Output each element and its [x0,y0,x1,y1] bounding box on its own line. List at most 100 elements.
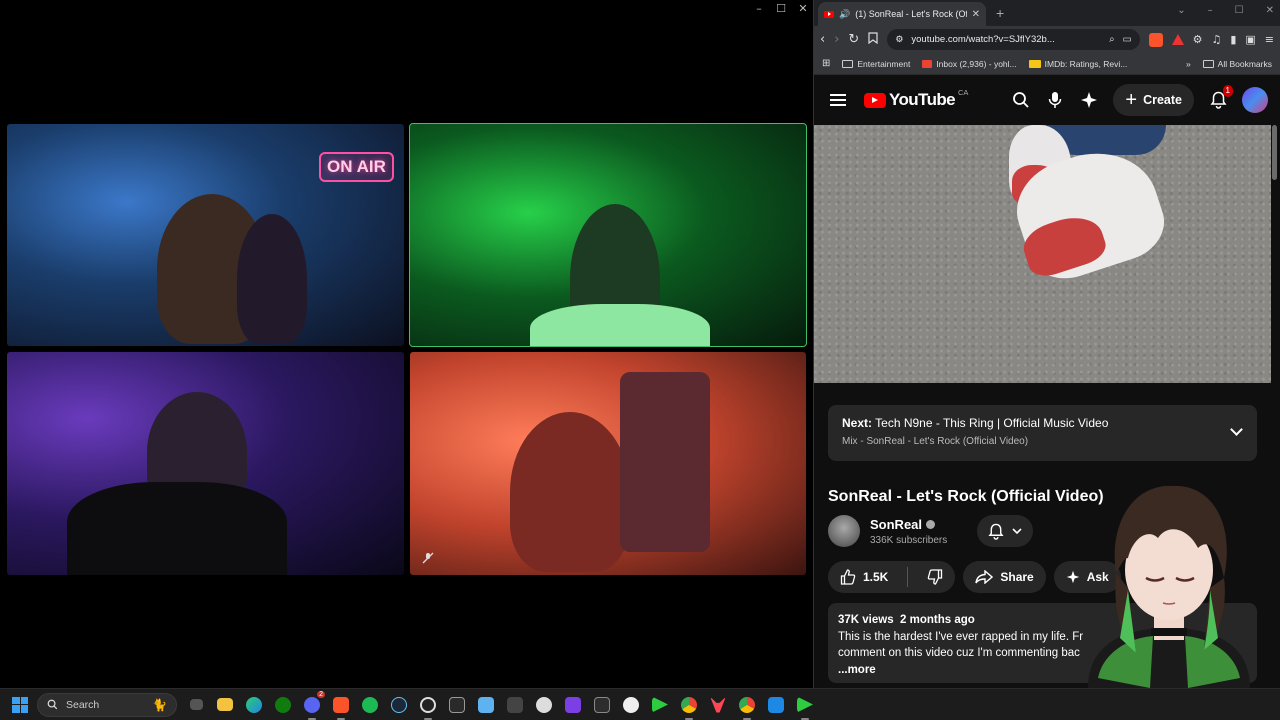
edge-icon[interactable] [244,695,264,715]
browser-toolbar: ‹ › ↻ ⚙ youtube.com/watch?v=SJflY32b... … [814,26,1280,53]
participant-tile-1[interactable]: ON AIR [7,124,404,346]
next-playlist: Mix - SonReal - Let's Rock (Official Vid… [842,436,1029,447]
youtube-logo[interactable]: YouTube CA [864,88,968,110]
maximize-button[interactable]: ☐ [775,2,787,15]
site-info-icon[interactable]: ⚙ [895,34,903,45]
like-button[interactable]: 1.5K [828,561,900,593]
maximize-button[interactable]: ☐ [1235,5,1244,16]
participant-shirt [67,482,287,575]
next-prefix: Next: [842,416,873,430]
cat-icon: 🐈 [152,697,167,712]
create-button[interactable]: + Create [1113,84,1194,116]
bookmark-label: Entertainment [857,58,911,69]
notifications-button[interactable]: 1 [1208,85,1233,110]
media-icon[interactable]: ♫ [1211,33,1221,46]
tab-close-icon[interactable]: ✕ [972,9,980,20]
video-editor-icon[interactable] [563,695,583,715]
dislike-button[interactable] [915,561,955,593]
close-button[interactable]: ✕ [797,2,809,15]
taskbar: Search 🐈 2 [0,688,1280,720]
greenshot-icon[interactable] [650,695,670,715]
extensions-icon[interactable]: ⚙ [1193,33,1203,46]
url-text: youtube.com/watch?v=SJflY32b... [911,34,1055,45]
obs-icon[interactable] [418,695,438,720]
participant-tile-3[interactable] [7,352,404,575]
page-scrollbar[interactable] [1272,125,1277,180]
steam-icon[interactable] [389,695,409,715]
close-button[interactable]: ✕ [1266,5,1274,16]
terminal-icon[interactable] [592,695,612,715]
xbox-icon[interactable] [273,695,293,715]
menu-icon[interactable] [830,94,846,106]
imdb-icon [1028,59,1041,68]
subscribed-notifications-button[interactable] [977,515,1034,547]
video-player[interactable] [814,125,1271,383]
tab-youtube[interactable]: 🔊 (1) SonReal - Let's Rock (Offici ✕ [818,2,986,26]
bookmark-gmail[interactable]: Inbox (2,936) - yohl... [922,59,1017,69]
mic-muted-icon [422,552,434,567]
windows-start-icon[interactable] [12,696,28,713]
steelseries-icon[interactable] [621,695,641,715]
bookmarks-bar: ⊞ Entertainment Inbox (2,936) - yohl... … [814,53,1280,75]
chatgpt-icon[interactable] [534,695,554,715]
bookmark-entertainment[interactable]: Entertainment [842,59,910,69]
participant-tile-4[interactable] [410,352,806,575]
account-avatar[interactable] [1242,87,1268,113]
sidebar-icon[interactable]: ▮ [1230,33,1236,46]
chrome-profile-icon[interactable] [737,695,757,720]
blue-app-icon[interactable] [766,695,786,715]
chevron-down-icon [1012,527,1022,534]
all-bookmarks[interactable]: All Bookmarks [1202,59,1272,69]
reload-icon[interactable]: ↻ [848,32,859,47]
share-icon [975,570,994,584]
valorant-icon[interactable] [708,695,728,715]
back-icon[interactable]: ‹ [820,32,825,47]
calculator-icon[interactable] [505,695,525,715]
zoom-icon[interactable]: ⌕ [1109,34,1114,45]
brave-shields-icon[interactable] [1148,32,1163,47]
video-call-window: – ☐ ✕ ON AIR [0,0,813,688]
desktop: – ☐ ✕ ON AIR 🔊 (1) SonReal - Let's Rock … [0,0,1280,720]
wallet-icon[interactable]: ▣ [1245,33,1255,46]
address-bar[interactable]: ⚙ youtube.com/watch?v=SJflY32b... ⌕ ▭ [887,29,1140,50]
notepad-icon[interactable] [476,695,496,715]
gmail-icon [922,59,933,68]
brave-rewards-icon[interactable] [1171,34,1184,45]
search-placeholder: Search [66,698,100,711]
gaming-chair [237,214,307,344]
forward-icon[interactable]: › [834,32,839,47]
task-view-icon[interactable] [186,695,206,715]
apps-grid-icon[interactable]: ⊞ [822,58,830,69]
channel-row: SonReal 336K subscribers [828,515,1034,547]
minimize-button[interactable]: – [1208,5,1213,16]
microphone-icon[interactable] [1045,90,1065,110]
spotify-icon[interactable] [360,695,380,715]
verified-icon [926,519,936,529]
bookmark-imdb[interactable]: IMDb: Ratings, Revi... [1028,59,1127,69]
on-air-sign: ON AIR [319,152,394,182]
taskbar-search[interactable]: Search 🐈 [37,692,177,717]
menu-icon[interactable]: ≡ [1265,33,1274,46]
youtube-header: YouTube CA + Create 1 [814,75,1280,125]
brave-icon[interactable] [331,695,351,720]
bookmarks-overflow-icon[interactable]: » [1186,59,1191,69]
tab-search-button[interactable]: ⌄ [1177,5,1185,16]
ai-sparkle-icon[interactable] [1079,90,1099,110]
bookmark-icon[interactable] [868,31,878,48]
chrome-icon[interactable] [679,695,699,720]
participant-tile-2[interactable] [409,123,807,347]
file-explorer-icon[interactable] [215,695,235,715]
channel-name[interactable]: SonReal [870,517,922,532]
new-tab-button[interactable]: + [996,5,1004,21]
minimize-button[interactable]: – [753,2,765,15]
epic-games-icon[interactable] [447,695,467,715]
search-icon[interactable] [1011,90,1031,110]
channel-avatar[interactable] [828,515,860,547]
notification-badge: 1 [1222,85,1233,97]
share-button[interactable]: Share [963,561,1046,593]
greenshot-2-icon[interactable] [795,695,815,720]
discord-icon[interactable]: 2 [302,690,325,720]
up-next-card[interactable]: Next: Tech N9ne - This Ring | Official M… [828,405,1257,461]
speaker-icon[interactable]: 🔊 [839,9,850,20]
cast-icon[interactable]: ▭ [1123,34,1132,45]
